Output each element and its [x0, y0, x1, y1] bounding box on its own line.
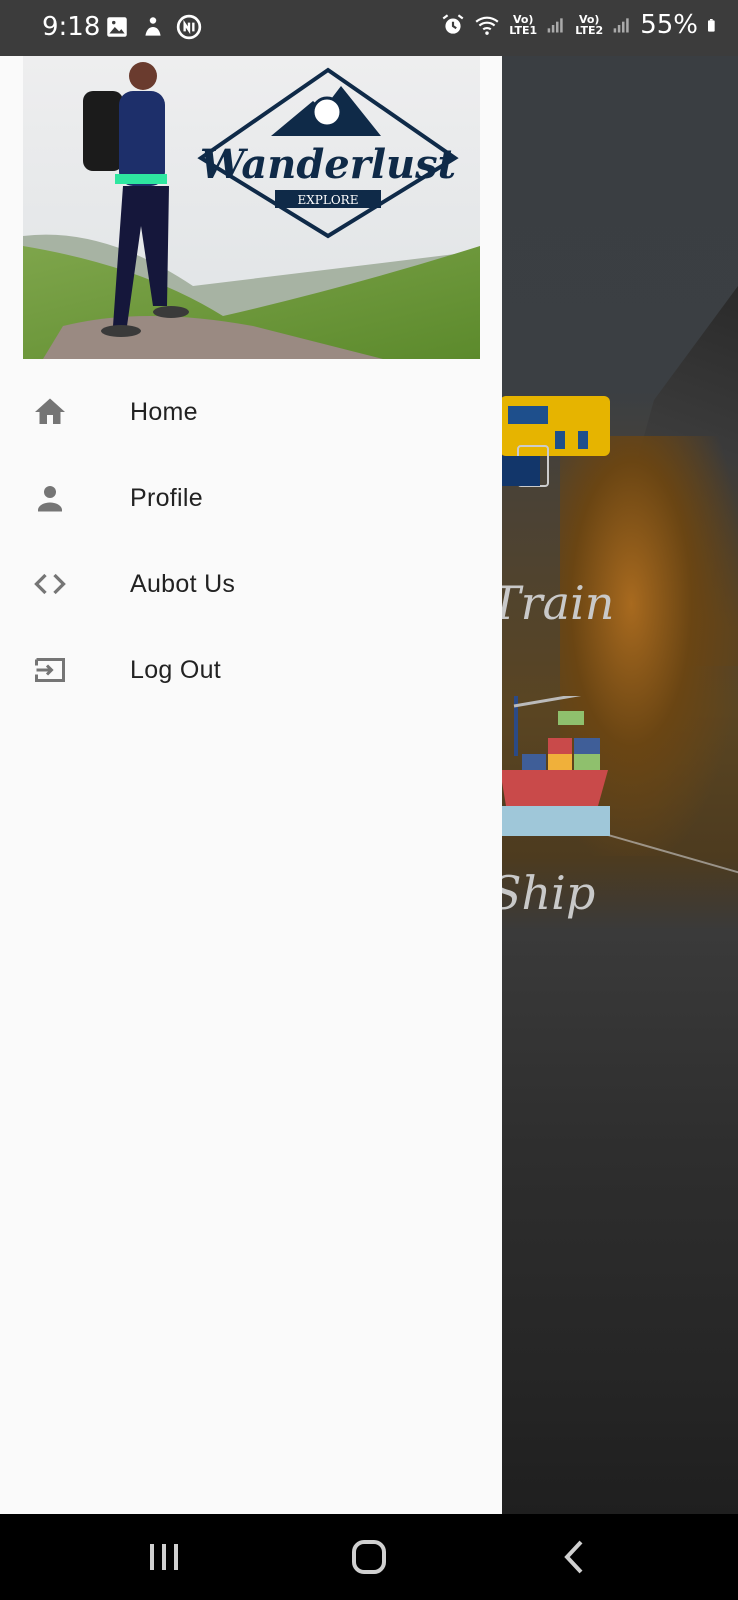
drawer-menu: Home Profile Aubot Us Log Out — [0, 369, 502, 713]
battery-icon — [708, 19, 715, 32]
lte2-indicator: Vo) LTE2 — [575, 13, 604, 37]
status-bar: 9:18 Vo) LTE1 Vo) LTE2 55% — [0, 0, 738, 56]
status-right-icons: Vo) LTE1 Vo) LTE2 55% — [440, 10, 722, 40]
recent-apps-icon[interactable] — [134, 1534, 194, 1580]
signal-icon-2 — [613, 18, 629, 33]
signal-icon — [547, 18, 563, 33]
image-icon — [107, 17, 127, 37]
menu-item-about-us[interactable]: Aubot Us — [0, 541, 502, 627]
status-left-icons — [104, 14, 202, 40]
menu-item-profile[interactable]: Profile — [0, 455, 502, 541]
navigation-drawer: Wanderlust EXPLORE Home Profile Aubot Us… — [0, 56, 502, 1514]
status-time: 9:18 — [42, 12, 101, 42]
category-label-ship: Ship — [490, 866, 596, 920]
code-icon — [34, 573, 66, 595]
home-icon — [35, 398, 65, 424]
alarm-icon — [442, 14, 464, 34]
home-nav-icon[interactable] — [339, 1534, 399, 1580]
back-icon[interactable] — [545, 1534, 605, 1580]
category-label-train: Train — [490, 576, 615, 630]
person-icon — [38, 486, 62, 512]
logout-icon — [35, 658, 65, 682]
battery-percent: 55% — [640, 10, 698, 40]
svg-text:Wanderlust: Wanderlust — [200, 141, 457, 188]
menu-item-logout[interactable]: Log Out — [0, 627, 502, 713]
notification-icon — [145, 17, 161, 36]
menu-label-about-us: Aubot Us — [130, 569, 236, 598]
menu-label-home: Home — [130, 397, 198, 426]
wifi-icon — [475, 16, 499, 35]
svg-text:EXPLORE: EXPLORE — [298, 193, 359, 207]
ship-image — [500, 696, 610, 836]
train-image — [500, 396, 610, 487]
menu-item-home[interactable]: Home — [0, 369, 502, 455]
lte1-indicator: Vo) LTE1 — [509, 13, 538, 37]
menu-label-profile: Profile — [130, 483, 203, 512]
drawer-header-image: Wanderlust EXPLORE — [23, 56, 480, 359]
system-nav-bar — [0, 1514, 738, 1600]
menu-label-logout: Log Out — [130, 655, 222, 684]
app-icon — [176, 14, 202, 40]
